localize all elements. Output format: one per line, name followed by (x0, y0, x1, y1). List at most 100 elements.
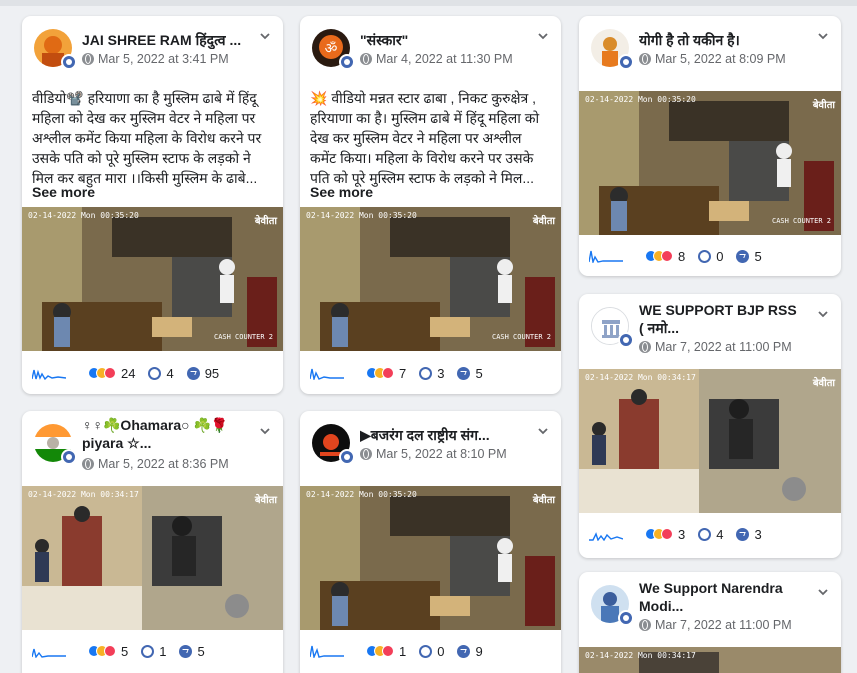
shares-value: 95 (204, 365, 220, 381)
post-card: WE SUPPORT BJP RSS ( नमो... Mar 7, 2022 … (579, 294, 841, 558)
chevron-down-icon[interactable] (817, 30, 829, 42)
top-band (0, 0, 857, 6)
post-stats: 5 1 5 (32, 641, 273, 661)
post-date[interactable]: Mar 7, 2022 at 11:00 PM (655, 618, 792, 632)
shares-count[interactable]: 95 (186, 365, 220, 381)
share-icon (179, 644, 193, 658)
page-name[interactable]: ▶बजरंग दल राष्ट्रीय संग... (360, 426, 525, 444)
comments-count[interactable]: 3 (419, 366, 444, 381)
reactions-count[interactable]: 24 (88, 366, 135, 381)
video-frame (22, 486, 283, 630)
post-video-thumbnail[interactable]: 02-14-2022 Mon 00:34:17 बेवीता (22, 486, 283, 630)
post-date[interactable]: Mar 4, 2022 at 11:30 PM (376, 52, 513, 66)
post-date[interactable]: Mar 5, 2022 at 8:09 PM (655, 52, 786, 66)
reaction-icons (645, 528, 673, 540)
video-frame (300, 207, 561, 351)
page-badge-icon (618, 610, 634, 626)
globe-icon (360, 448, 372, 460)
post-date[interactable]: Mar 5, 2022 at 3:41 PM (98, 52, 229, 66)
video-timestamp: 02-14-2022 Mon 00:35:20 (306, 490, 417, 499)
post-video-thumbnail[interactable]: 02-14-2022 Mon 00:35:20 बेवीता CASH COUN… (22, 207, 283, 351)
sparkline-icon (589, 532, 623, 541)
post-meta: Mar 5, 2022 at 3:41 PM (82, 52, 229, 66)
chevron-down-icon[interactable] (817, 308, 829, 320)
page-name[interactable]: WE SUPPORT BJP RSS ( नमो... (639, 301, 805, 337)
chevron-down-icon[interactable] (537, 30, 549, 42)
page-name[interactable]: योगी है तो यकीन है। (639, 31, 805, 49)
post-meta: Mar 7, 2022 at 11:00 PM (639, 618, 792, 632)
page-badge-icon (618, 54, 634, 70)
globe-icon (360, 53, 372, 65)
chevron-down-icon[interactable] (537, 425, 549, 437)
post-date[interactable]: Mar 5, 2022 at 8:36 PM (98, 457, 229, 471)
comments-value: 1 (159, 643, 167, 659)
comments-count[interactable]: 4 (698, 527, 723, 542)
page-name[interactable]: ♀♀☘️Ohamara○ ☘️🌹 piyara ☆... (82, 416, 247, 452)
post-meta: Mar 5, 2022 at 8:36 PM (82, 457, 229, 471)
globe-icon (82, 458, 94, 470)
post-card: JAI SHREE RAM हिंदुत्व ... Mar 5, 2022 a… (22, 16, 283, 394)
video-timestamp: 02-14-2022 Mon 00:34:17 (585, 373, 696, 382)
reactions-count[interactable]: 5 (88, 644, 128, 659)
globe-icon (639, 341, 651, 353)
chevron-down-icon[interactable] (259, 425, 271, 437)
post-date[interactable]: Mar 7, 2022 at 11:00 PM (655, 340, 792, 354)
share-icon (736, 249, 750, 263)
shares-count[interactable]: 5 (457, 366, 483, 381)
page-badge-icon (339, 449, 355, 465)
comments-count[interactable]: 0 (698, 249, 723, 264)
reactions-count[interactable]: 3 (645, 527, 685, 542)
chevron-down-icon[interactable] (817, 586, 829, 598)
comment-icon (419, 366, 433, 380)
post-video-thumbnail[interactable]: 02-14-2022 Mon 00:34:17 (579, 647, 841, 673)
shares-count[interactable]: 9 (457, 644, 483, 659)
see-more-link[interactable]: See more (310, 184, 373, 200)
sparkline-icon (32, 369, 66, 380)
video-frame (579, 369, 841, 513)
post-header: ▶बजरंग दल राष्ट्रीय संग... Mar 5, 2022 a… (300, 411, 561, 471)
post-video-thumbnail[interactable]: 02-14-2022 Mon 00:35:20 बेवीता (300, 486, 561, 630)
globe-icon (639, 619, 651, 631)
post-stats: 1 0 9 (310, 641, 551, 661)
post-video-thumbnail[interactable]: 02-14-2022 Mon 00:35:20 बेवीता CASH COUN… (579, 91, 841, 235)
reactions-count[interactable]: 1 (366, 644, 406, 659)
post-date[interactable]: Mar 5, 2022 at 8:10 PM (376, 447, 507, 461)
video-watermark: बेवीता (812, 378, 835, 389)
post-card: ॐ "संस्कार" Mar 4, 2022 at 11:30 PM 💥 वी… (300, 16, 561, 394)
comments-count[interactable]: 4 (148, 366, 174, 381)
page-name[interactable]: "संस्कार" (360, 31, 525, 49)
video-counter-label: CASH COUNTER 2 (491, 333, 551, 341)
shares-count[interactable]: 5 (179, 644, 205, 659)
share-icon (457, 644, 471, 658)
post-video-thumbnail[interactable]: 02-14-2022 Mon 00:35:20 बेवीता CASH COUN… (300, 207, 561, 351)
sparkline-icon (310, 368, 344, 380)
video-timestamp: 02-14-2022 Mon 00:35:20 (28, 211, 139, 220)
see-more-link[interactable]: See more (32, 184, 95, 200)
shares-count[interactable]: 5 (736, 249, 762, 264)
video-timestamp: 02-14-2022 Mon 00:35:20 (585, 95, 696, 104)
chevron-down-icon[interactable] (259, 30, 271, 42)
comments-count[interactable]: 0 (419, 644, 444, 659)
post-card: ▶बजरंग दल राष्ट्रीय संग... Mar 5, 2022 a… (300, 411, 561, 673)
post-card: We Support Narendra Modi... Mar 7, 2022 … (579, 572, 841, 673)
page-name[interactable]: We Support Narendra Modi... (639, 579, 805, 615)
sparkline-icon (32, 648, 66, 658)
svg-text:ॐ: ॐ (325, 41, 338, 57)
shares-count[interactable]: 3 (736, 527, 762, 542)
page-name[interactable]: JAI SHREE RAM हिंदुत्व ... (82, 31, 247, 49)
video-timestamp: 02-14-2022 Mon 00:34:17 (28, 490, 139, 499)
globe-icon (639, 53, 651, 65)
comments-value: 0 (437, 643, 445, 659)
reactions-count[interactable]: 8 (645, 249, 685, 264)
post-text: वीडियो📽️ हरियाणा का है मुस्लिम ढाबे में … (32, 90, 262, 186)
video-frame (22, 207, 283, 351)
post-text: 💥 वीडियो मन्नत स्टार ढाबा , निकट कुरुक्ष… (310, 90, 540, 186)
reactions-value: 3 (678, 526, 686, 542)
video-timestamp: 02-14-2022 Mon 00:34:17 (585, 651, 696, 660)
reactions-count[interactable]: 7 (366, 366, 406, 381)
comments-count[interactable]: 1 (141, 644, 166, 659)
post-video-thumbnail[interactable]: 02-14-2022 Mon 00:34:17 बेवीता (579, 369, 841, 513)
page-badge-icon (618, 332, 634, 348)
reactions-value: 8 (678, 248, 686, 264)
comment-icon (141, 644, 155, 658)
